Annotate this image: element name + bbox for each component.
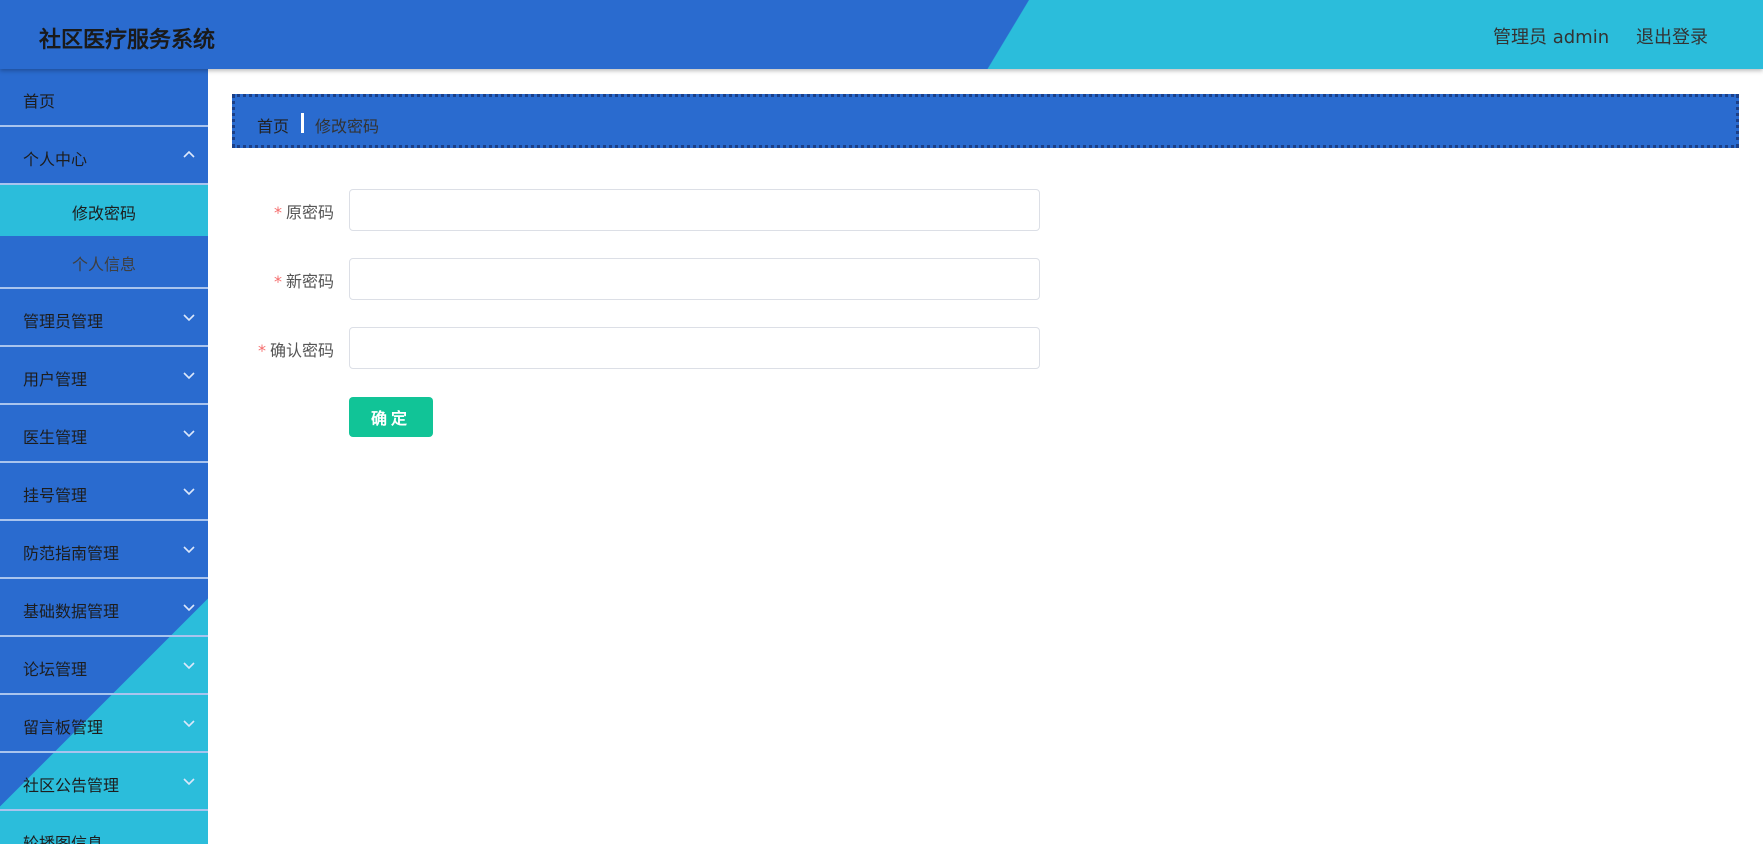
required-mark: * [257, 341, 266, 360]
sidebar-item-label: 基础数据管理 [23, 602, 120, 621]
sidebar-subitem-change-password[interactable]: 修改密码 [0, 185, 208, 236]
sidebar-item-label: 用户管理 [23, 370, 88, 389]
sidebar-item-user-management[interactable]: 用户管理 [0, 347, 208, 405]
sidebar-item-label: 轮播图信息 [23, 834, 104, 844]
breadcrumb-separator [301, 113, 304, 133]
sidebar-item-home[interactable]: 首页 [0, 69, 208, 127]
chevron-down-icon [183, 314, 195, 322]
chevron-down-icon [183, 430, 195, 438]
chevron-down-icon [183, 778, 195, 786]
breadcrumb: 首页 修改密码 [232, 94, 1739, 148]
sidebar-item-personal-center[interactable]: 个人中心 [0, 127, 208, 185]
sidebar-item-label: 防范指南管理 [23, 544, 120, 563]
sidebar-item-message-board[interactable]: 留言板管理 [0, 695, 208, 753]
sidebar-item-registration-management[interactable]: 挂号管理 [0, 463, 208, 521]
top-header: 社区医疗服务系统 管理员 admin 退出登录 [0, 0, 1763, 69]
app-title: 社区医疗服务系统 [39, 28, 216, 53]
confirm-password-label: * 确认密码 [257, 341, 334, 360]
sidebar-item-admin-management[interactable]: 管理员管理 [0, 289, 208, 347]
confirm-button[interactable]: 确定 [349, 397, 433, 437]
logout-button[interactable]: 退出登录 [1636, 23, 1708, 49]
admin-user-label: 管理员 admin [1493, 27, 1610, 48]
sidebar-item-label: 论坛管理 [23, 660, 88, 679]
sidebar-item-label: 挂号管理 [23, 486, 88, 505]
sidebar-item-base-data[interactable]: 基础数据管理 [0, 579, 208, 637]
sidebar-subitem-personal-info[interactable]: 个人信息 [0, 236, 208, 289]
form-row-confirm-password: * 确认密码 [240, 327, 1040, 369]
chevron-up-icon [183, 150, 195, 158]
chevron-down-icon [183, 604, 195, 612]
sidebar-item-forum-management[interactable]: 论坛管理 [0, 637, 208, 695]
form-row-old-password: * 原密码 [240, 189, 1040, 231]
old-password-input[interactable] [349, 189, 1040, 231]
old-password-label: * 原密码 [273, 203, 334, 222]
sidebar-item-prevention-guide[interactable]: 防范指南管理 [0, 521, 208, 579]
sidebar-item-label: 管理员管理 [23, 312, 104, 331]
sidebar-item-label: 社区公告管理 [23, 776, 120, 795]
form-row-new-password: * 新密码 [240, 258, 1040, 300]
sidebar-item-label: 首页 [23, 92, 56, 111]
required-mark: * [273, 203, 282, 222]
chevron-down-icon [183, 546, 195, 554]
sidebar-item-label: 留言板管理 [23, 718, 104, 737]
chevron-down-icon [183, 488, 195, 496]
breadcrumb-home-link[interactable]: 首页 [257, 113, 289, 137]
sidebar-item-community-notice[interactable]: 社区公告管理 [0, 753, 208, 811]
chevron-down-icon [183, 662, 195, 670]
new-password-input[interactable] [349, 258, 1040, 300]
confirm-password-input[interactable] [349, 327, 1040, 369]
chevron-down-icon [183, 720, 195, 728]
required-mark: * [273, 272, 282, 291]
new-password-label: * 新密码 [273, 272, 334, 291]
sidebar-subitem-label: 修改密码 [71, 204, 136, 223]
sidebar-item-doctor-management[interactable]: 医生管理 [0, 405, 208, 463]
sidebar-item-label: 个人中心 [23, 150, 88, 169]
sidebar-subitem-label: 个人信息 [71, 255, 136, 274]
breadcrumb-current: 修改密码 [315, 117, 380, 136]
chevron-down-icon [183, 372, 195, 380]
sidebar: 首页 个人中心 修改密码 个人信息 管理员管理 用户管理 医生管理 挂号管理 防… [0, 69, 208, 844]
sidebar-item-carousel-info[interactable]: 轮播图信息 [0, 811, 208, 844]
sidebar-item-label: 医生管理 [23, 428, 88, 447]
